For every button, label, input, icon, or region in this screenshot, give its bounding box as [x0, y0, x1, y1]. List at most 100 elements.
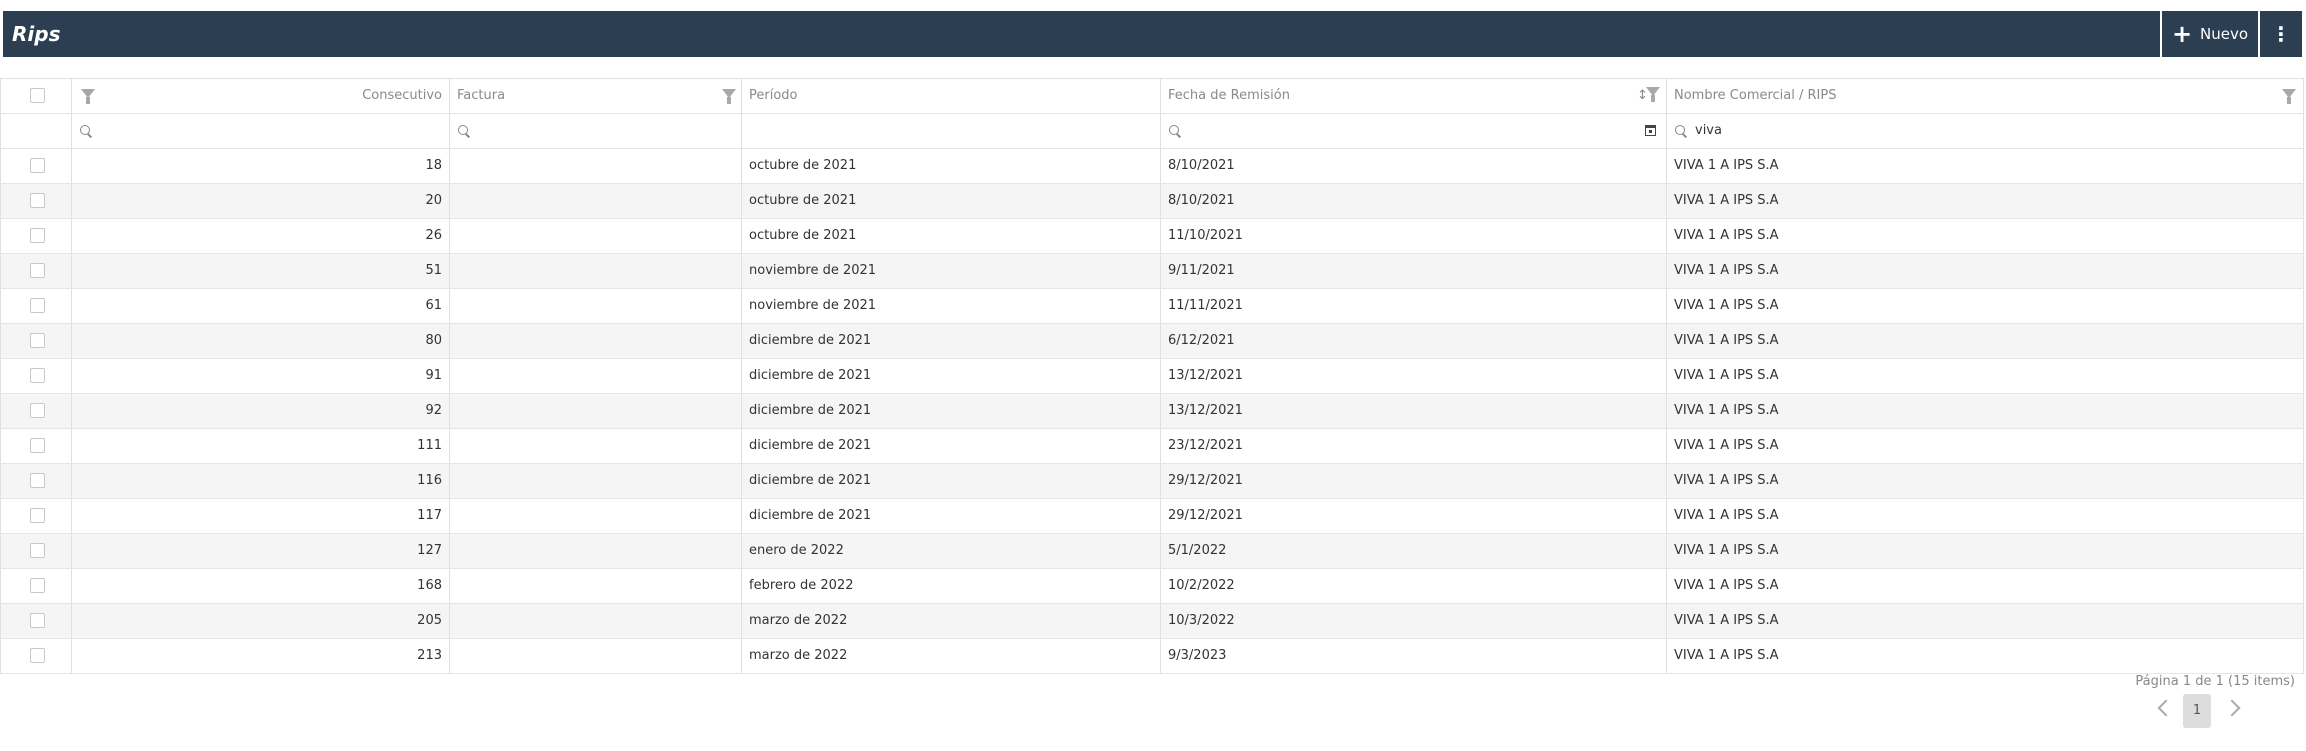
cell-fecha: 5/1/2022 [1161, 534, 1667, 568]
select-all-cell [0, 79, 72, 113]
table-row[interactable]: 51 noviembre de 2021 9/11/2021 VIVA 1 A IPS… [0, 254, 2304, 289]
search-icon [80, 125, 90, 135]
row-checkbox[interactable] [30, 158, 45, 173]
row-checkbox[interactable] [30, 298, 45, 313]
column-header-nombre[interactable]: Nombre Comercial / RIPS [1667, 79, 2304, 113]
table-row[interactable]: 61 noviembre de 2021 11/11/2021 VIVA 1 A IP… [0, 289, 2304, 324]
row-checkbox[interactable] [30, 403, 45, 418]
cell-consecutivo: 117 [72, 499, 450, 533]
titlebar-divider [2160, 11, 2162, 57]
row-checkbox[interactable] [30, 578, 45, 593]
filter-periodo[interactable] [742, 114, 1161, 148]
search-icon [458, 125, 468, 135]
row-checkbox[interactable] [30, 368, 45, 383]
cell-factura [450, 534, 742, 568]
new-button[interactable]: + Nuevo [2163, 11, 2257, 57]
cell-fecha: 13/12/2021 [1161, 394, 1667, 428]
table-row[interactable]: 18 octubre de 2021 8/10/2021 VIVA 1 A IPS S… [0, 149, 2304, 184]
row-select-cell [0, 184, 72, 218]
chevron-right-icon[interactable] [2223, 699, 2241, 717]
cell-consecutivo: 61 [72, 289, 450, 323]
more-vertical-icon: ⋮ [2271, 22, 2291, 46]
cell-periodo: diciembre de 2021 [742, 499, 1161, 533]
row-select-cell [0, 639, 72, 673]
table-row[interactable]: 127 enero de 2022 5/1/2022 VIVA 1 A IPS S.A [0, 534, 2304, 569]
cell-factura [450, 604, 742, 638]
cell-periodo: enero de 2022 [742, 534, 1161, 568]
row-checkbox[interactable] [30, 333, 45, 348]
search-icon [1169, 125, 1179, 135]
table-row[interactable]: 168 febrero de 2022 10/2/2022 VIVA 1 A IPS … [0, 569, 2304, 604]
cell-nombre: VIVA 1 A IPS S.A [1667, 429, 2304, 463]
row-checkbox[interactable] [30, 648, 45, 663]
row-select-cell [0, 499, 72, 533]
cell-nombre: VIVA 1 A IPS S.A [1667, 359, 2304, 393]
table-row[interactable]: 111 diciembre de 2021 23/12/2021 VIVA 1 A I… [0, 429, 2304, 464]
page-button-current[interactable]: 1 [2183, 694, 2211, 728]
pager-info: Página 1 de 1 (15 items) [2135, 674, 2295, 689]
table-row[interactable]: 91 diciembre de 2021 13/12/2021 VIVA 1 A IP… [0, 359, 2304, 394]
cell-periodo: octubre de 2021 [742, 219, 1161, 253]
filter-fecha[interactable] [1161, 114, 1667, 148]
title-bar: Rips + Nuevo ⋮ [3, 11, 2302, 57]
cell-periodo: octubre de 2021 [742, 184, 1161, 218]
cell-fecha: 10/2/2022 [1161, 569, 1667, 603]
cell-nombre: VIVA 1 A IPS S.A [1667, 289, 2304, 323]
calendar-icon[interactable] [1645, 125, 1656, 136]
row-checkbox[interactable] [30, 473, 45, 488]
filter-nombre[interactable]: viva [1667, 114, 2304, 148]
table-row[interactable]: 117 diciembre de 2021 29/12/2021 VIVA 1 A I… [0, 499, 2304, 534]
row-checkbox[interactable] [30, 543, 45, 558]
cell-fecha: 13/12/2021 [1161, 359, 1667, 393]
cell-periodo: marzo de 2022 [742, 604, 1161, 638]
table-row[interactable]: 80 diciembre de 2021 6/12/2021 VIVA 1 A IPS… [0, 324, 2304, 359]
filter-icon[interactable] [1646, 87, 1660, 102]
row-checkbox[interactable] [30, 508, 45, 523]
select-all-checkbox[interactable] [30, 88, 45, 103]
column-header-factura[interactable]: Factura [450, 79, 742, 113]
row-checkbox[interactable] [30, 193, 45, 208]
cell-periodo: diciembre de 2021 [742, 429, 1161, 463]
table-row[interactable]: 213 marzo de 2022 9/3/2023 VIVA 1 A IPS S.A [0, 639, 2304, 674]
row-select-cell [0, 429, 72, 463]
filter-icon[interactable] [81, 89, 95, 104]
cell-consecutivo: 26 [72, 219, 450, 253]
cell-consecutivo: 111 [72, 429, 450, 463]
filter-icon[interactable] [722, 89, 736, 104]
cell-nombre: VIVA 1 A IPS S.A [1667, 569, 2304, 603]
filter-icon[interactable] [2282, 89, 2296, 104]
row-checkbox[interactable] [30, 263, 45, 278]
cell-factura [450, 324, 742, 358]
filter-nombre-value[interactable]: viva [1695, 114, 1722, 148]
cell-consecutivo: 168 [72, 569, 450, 603]
grid-body: 18 octubre de 2021 8/10/2021 VIVA 1 A IPS S… [0, 149, 2304, 674]
table-row[interactable]: 116 diciembre de 2021 29/12/2021 VIVA 1 A I… [0, 464, 2304, 499]
table-row[interactable]: 20 octubre de 2021 8/10/2021 VIVA 1 A IPS S… [0, 184, 2304, 219]
filter-factura[interactable] [450, 114, 742, 148]
cell-consecutivo: 51 [72, 254, 450, 288]
row-checkbox[interactable] [30, 613, 45, 628]
cell-nombre: VIVA 1 A IPS S.A [1667, 254, 2304, 288]
table-row[interactable]: 26 octubre de 2021 11/10/2021 VIVA 1 A IPS … [0, 219, 2304, 254]
row-checkbox[interactable] [30, 438, 45, 453]
cell-consecutivo: 92 [72, 394, 450, 428]
cell-fecha: 11/11/2021 [1161, 289, 1667, 323]
column-header-fecha[interactable]: Fecha de Remisión ↕ [1161, 79, 1667, 113]
table-row[interactable]: 205 marzo de 2022 10/3/2022 VIVA 1 A IPS S.… [0, 604, 2304, 639]
chevron-left-icon[interactable] [2157, 699, 2175, 717]
more-options-button[interactable]: ⋮ [2260, 11, 2302, 57]
cell-nombre: VIVA 1 A IPS S.A [1667, 639, 2304, 673]
cell-periodo: marzo de 2022 [742, 639, 1161, 673]
row-checkbox[interactable] [30, 228, 45, 243]
filter-cell-empty [0, 114, 72, 148]
cell-factura [450, 639, 742, 673]
column-header-periodo[interactable]: Período [742, 79, 1161, 113]
table-row[interactable]: 92 diciembre de 2021 13/12/2021 VIVA 1 A IP… [0, 394, 2304, 429]
sort-icon[interactable]: ↕ [1637, 79, 1648, 113]
page-title: Rips [12, 22, 61, 46]
filter-row: viva [0, 114, 2304, 149]
filter-consecutivo[interactable] [72, 114, 450, 148]
row-select-cell [0, 394, 72, 428]
cell-fecha: 8/10/2021 [1161, 149, 1667, 183]
column-header-consecutivo[interactable]: Consecutivo [72, 79, 450, 113]
